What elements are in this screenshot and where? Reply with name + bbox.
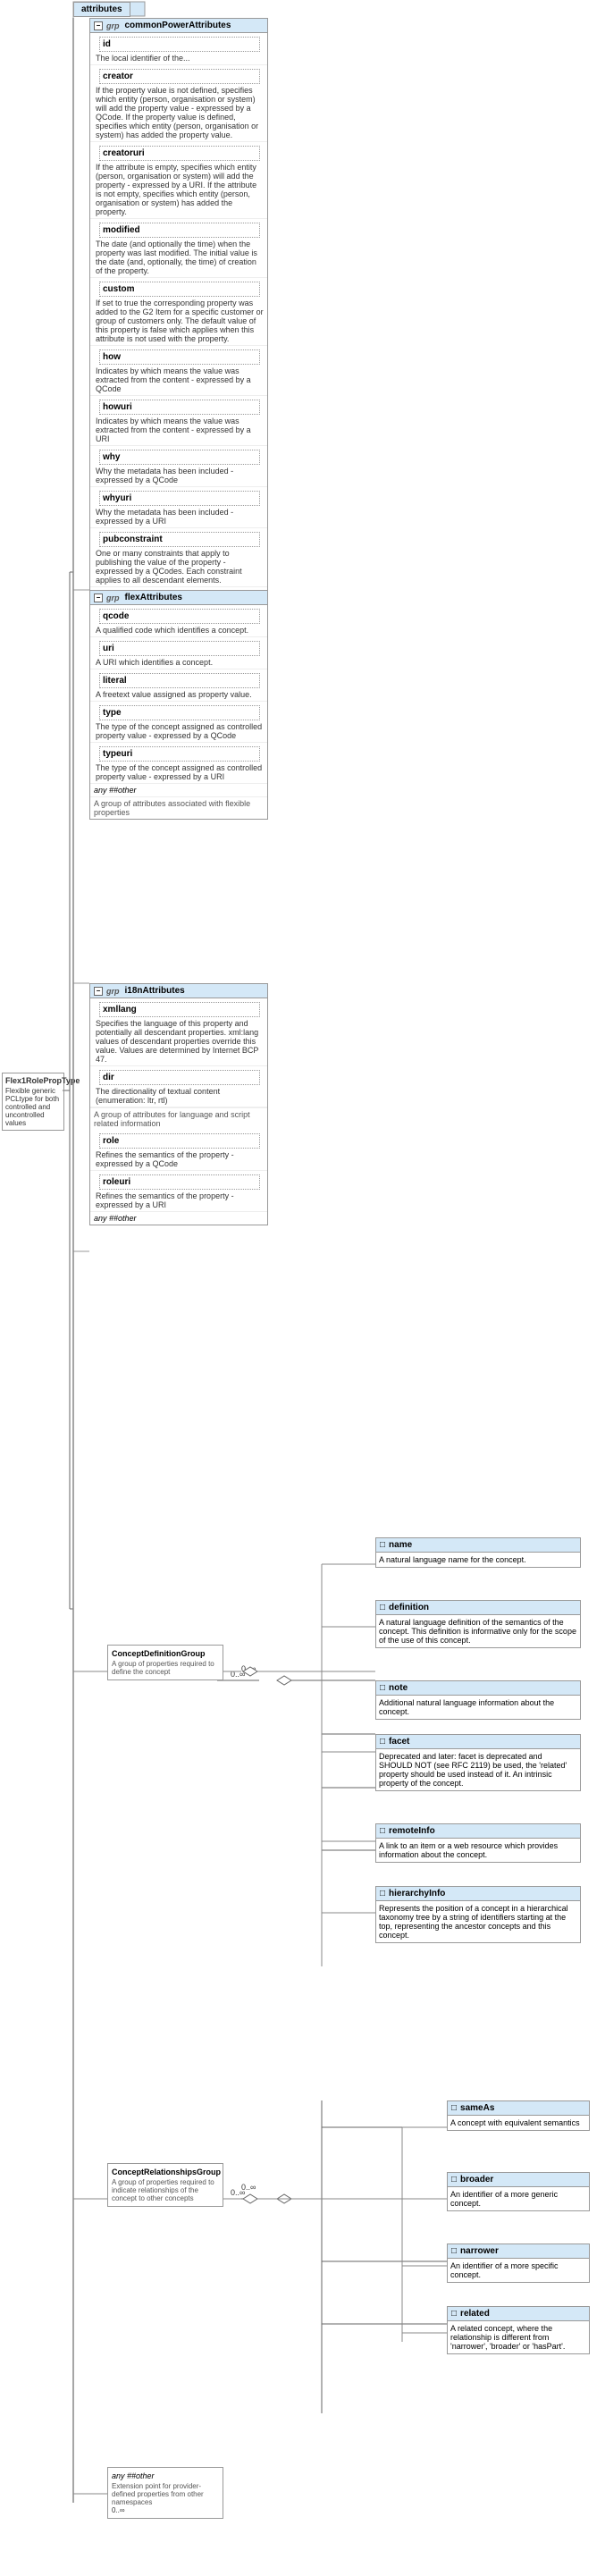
field-dir: dir The directionality of textual conten… <box>90 1066 267 1107</box>
field-literal: literal A freetext value assigned as pro… <box>90 669 267 702</box>
field-howuri: howuri Indicates by which means the valu… <box>90 396 267 446</box>
field-box-broader: □ broader An identifier of a more generi… <box>447 2172 590 2211</box>
field-box-remoteinfo-header: □ remoteInfo <box>376 1824 580 1839</box>
i18n-attributes-header: − grp i18nAttributes <box>90 984 267 998</box>
field-box-narrower: □ narrower An identifier of a more speci… <box>447 2243 590 2283</box>
flex-attributes-box: − grp flexAttributes qcode A qualified c… <box>89 590 268 820</box>
field-box-hierarchyinfo: □ hierarchyInfo Represents the position … <box>375 1886 581 1943</box>
field-box-note: □ note Additional natural language infor… <box>375 1680 581 1720</box>
field-box-name-header: □ name <box>376 1538 580 1553</box>
flex-any-other: any ##other <box>90 784 267 796</box>
field-box-narrower-header: □ narrower <box>448 2244 589 2259</box>
field-modified: modified The date (and optionally the ti… <box>90 219 267 278</box>
field-id-dotted: id <box>99 37 260 52</box>
field-xmllang: xmllang Specifies the language of this p… <box>90 998 267 1066</box>
field-pubconstraint: pubconstraint One or many constraints th… <box>90 528 267 587</box>
i18n-attributes-box: − grp i18nAttributes xmllang Specifies t… <box>89 983 268 1225</box>
any-other-bottom-box: any ##other Extension point for provider… <box>107 2467 223 2519</box>
i18n-note: A group of attributes for language and s… <box>90 1107 267 1130</box>
field-roleuri: roleuri Refines the semantics of the pro… <box>90 1171 267 1212</box>
flex-attributes-header: − grp flexAttributes <box>90 591 267 605</box>
concept-rel-multiplicity: 0..∞ <box>231 2188 245 2197</box>
field-box-note-header: □ note <box>376 1681 580 1696</box>
field-box-facet-header: □ facet <box>376 1735 580 1749</box>
field-box-hierarchyinfo-header: □ hierarchyInfo <box>376 1887 580 1901</box>
concept-definition-group-box: ConceptDefinitionGroup A group of proper… <box>107 1645 223 1680</box>
field-uri: uri A URI which identifies a concept. <box>90 637 267 669</box>
diagram-title: attributes <box>73 2 130 17</box>
field-qcode: qcode A qualified code which identifies … <box>90 605 267 637</box>
field-id: id The local identifier of the... <box>90 33 267 65</box>
flex-note: A group of attributes associated with fl… <box>90 796 267 819</box>
field-custom: custom If set to true the corresponding … <box>90 278 267 346</box>
concept-relationships-group-box: ConceptRelationshipsGroup A group of pro… <box>107 2163 223 2207</box>
field-typeuri: typeuri The type of the concept assigned… <box>90 743 267 784</box>
field-creatoruri: creatoruri If the attribute is empty, sp… <box>90 142 267 219</box>
common-power-attributes-header: − grp commonPowerAttributes <box>90 19 267 33</box>
field-box-related: □ related A related concept, where the r… <box>447 2306 590 2354</box>
field-box-definition: □ definition A natural language definiti… <box>375 1600 581 1648</box>
field-how: how Indicates by which means the value w… <box>90 346 267 396</box>
field-box-sameas-header: □ sameAs <box>448 2101 589 2116</box>
field-box-remoteinfo: □ remoteInfo A link to an item or a web … <box>375 1823 581 1863</box>
field-why: why Why the metadata has been included -… <box>90 446 267 487</box>
field-creator: creator If the property value is not def… <box>90 65 267 142</box>
field-box-related-header: □ related <box>448 2307 589 2321</box>
expand-icon[interactable]: − <box>94 21 103 30</box>
concept-def-multiplicity: 0..∞ <box>231 1670 245 1679</box>
field-box-definition-header: □ definition <box>376 1601 580 1615</box>
i18n-expand-icon[interactable]: − <box>94 987 103 996</box>
diagram-container: attributes <box>0 0 605 2576</box>
field-role: role Refines the semantics of the proper… <box>90 1130 267 1171</box>
field-box-name: □ name A natural language name for the c… <box>375 1537 581 1568</box>
flex1-role-prop-type-label: Flex1RolePropType Flexible generic PCLty… <box>2 1073 64 1131</box>
field-box-broader-header: □ broader <box>448 2173 589 2187</box>
field-whyuri: whyuri Why the metadata has been include… <box>90 487 267 528</box>
field-box-sameas: □ sameAs A concept with equivalent seman… <box>447 2100 590 2131</box>
field-box-facet: □ facet Deprecated and later: facet is d… <box>375 1734 581 1791</box>
field-type: type The type of the concept assigned as… <box>90 702 267 743</box>
flex-expand-icon[interactable]: − <box>94 593 103 602</box>
i18n-any-other: any ##other <box>90 1212 267 1225</box>
